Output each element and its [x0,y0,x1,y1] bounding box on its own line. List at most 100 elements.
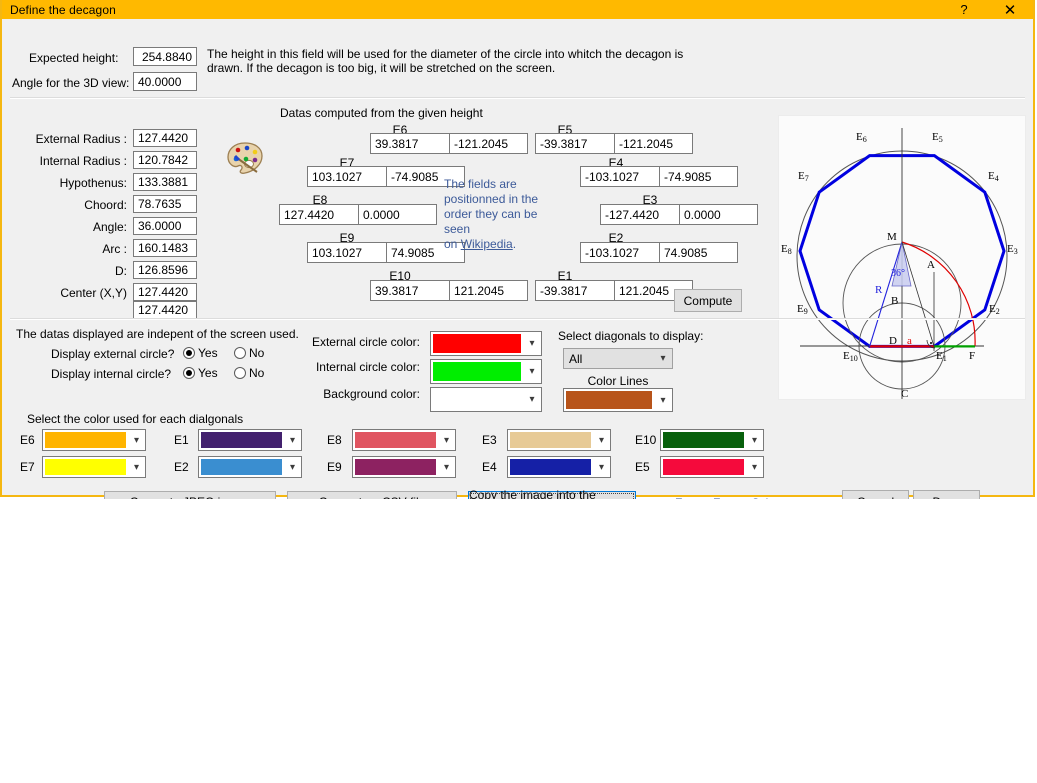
chevron-down-icon: ▾ [529,338,535,349]
diagonal-color-combo-E6[interactable]: ▾ [42,429,146,451]
diagonal-color-combo-E3[interactable]: ▾ [507,429,611,451]
expected-height-input[interactable]: 254.8840 [133,47,197,66]
expected-height-label: Expected height: [29,51,119,65]
vertex-pair-E7: 103.1027 -74.9085 [307,166,465,187]
angle-3d-label: Angle for the 3D view: [12,76,130,90]
diagonal-color-label-E3: E3 [482,433,497,447]
chevron-down-icon: ▾ [133,461,140,473]
diagonal-color-label-E4: E4 [482,460,497,474]
computed-value-0[interactable]: 127.4420 [133,129,197,147]
preview-label-E5: E5 [932,131,943,144]
computed-value-3[interactable]: 78.7635 [133,195,197,213]
vertex-x-E8[interactable]: 127.4420 [279,204,358,225]
compute-button[interactable]: Compute [674,289,742,312]
color-lines-label: Color Lines [587,374,649,388]
diagonal-color-label-E10: E10 [635,433,657,447]
vertex-x-E9[interactable]: 103.1027 [307,242,386,263]
decagon-diagonals-svg [0,499,1037,780]
preview-label-E2: E2 [989,303,1000,316]
vertex-x-E10[interactable]: 39.3817 [370,280,449,301]
vertex-y-E8[interactable]: 0.0000 [358,204,437,225]
chevron-down-icon: ▾ [660,353,666,364]
diagonal-color-combo-E9[interactable]: ▾ [352,456,456,478]
external-circle-color-label: External circle color: [311,335,420,349]
internal-circle-color-combo[interactable]: ▾ [430,359,542,384]
preview-label-R: R [875,284,883,296]
diagonal-color-label-E2: E2 [174,460,189,474]
chevron-down-icon: ▾ [289,434,296,446]
computed-label-2: Hypothenus: [59,176,127,190]
note-line-4-pre: on [444,237,461,251]
diagonal-color-combo-E2[interactable]: ▾ [198,456,302,478]
vertex-y-E6[interactable]: -121.2045 [449,133,528,154]
divider-middle [10,318,1025,320]
dialog-window: Define the decagon ? ✕ Expected height: … [0,0,1035,516]
note-line-2: positionned in the [444,192,539,206]
internal-circle-color-label: Internal circle color: [315,360,420,374]
color-swatch [355,432,436,448]
vertex-pair-E1: -39.3817 121.2045 [535,280,693,301]
vertex-x-E5[interactable]: -39.3817 [535,133,614,154]
external-circle-color-combo[interactable]: ▾ [430,331,542,356]
radio-dot [234,367,246,379]
internal-circle-question: Display internal circle? [51,367,172,381]
chevron-down-icon: ▾ [598,461,605,473]
preview-label-F: F [969,350,975,362]
vertex-y-E4[interactable]: -74.9085 [659,166,738,187]
background-color-combo[interactable]: ▾ [430,387,542,412]
vertex-pair-E6: 39.3817 -121.2045 [370,133,528,154]
diagonal-colors-caption: Select the color used for each dialgonal… [27,412,244,426]
vertex-x-E3[interactable]: -127.4420 [600,204,679,225]
vertex-x-E7[interactable]: 103.1027 [307,166,386,187]
diagonal-color-combo-E1[interactable]: ▾ [198,429,302,451]
computed-value-1[interactable]: 120.7842 [133,151,197,169]
vertex-pair-E10: 39.3817 121.2045 [370,280,528,301]
color-lines-combo[interactable]: ▾ [563,388,673,412]
chevron-down-icon: ▾ [289,461,296,473]
diagonal-color-combo-E8[interactable]: ▾ [352,429,456,451]
help-icon[interactable]: ? [941,0,987,19]
radio-label: Yes [198,366,218,380]
computed-value-5[interactable]: 160.1483 [133,239,197,257]
vertex-y-E3[interactable]: 0.0000 [679,204,758,225]
computed-value-8[interactable]: 127.4420 [133,301,197,319]
computed-value-7[interactable]: 127.4420 [133,283,197,301]
close-icon[interactable]: ✕ [987,0,1033,19]
decagon-drawing-canvas [0,499,1037,780]
diagonal-color-combo-E7[interactable]: ▾ [42,456,146,478]
computed-value-4[interactable]: 36.0000 [133,217,197,235]
chevron-down-icon: ▾ [660,394,666,406]
internal-circle-yes-radio[interactable]: Yes [183,366,218,380]
chevron-down-icon: ▾ [529,394,535,405]
preview-label-a: a [907,335,912,347]
chevron-down-icon: ▾ [751,434,758,446]
diagonal-color-label-E5: E5 [635,460,650,474]
computed-value-2[interactable]: 133.3881 [133,173,197,191]
vertex-y-E2[interactable]: 74.9085 [659,242,738,263]
computed-value-6[interactable]: 126.8596 [133,261,197,279]
palette-icon[interactable] [224,137,266,179]
computed-label-0: External Radius : [35,132,127,146]
window-title: Define the decagon [10,2,116,17]
external-circle-yes-radio[interactable]: Yes [183,346,218,360]
vertex-pair-E3: -127.4420 0.0000 [600,204,758,225]
wikipedia-link[interactable]: Wikipedia [461,237,513,251]
diagonal-color-combo-E5[interactable]: ▾ [660,456,764,478]
vertex-x-E6[interactable]: 39.3817 [370,133,449,154]
select-diagonals-combo[interactable]: All ▾ [563,348,673,369]
wikipedia-note: The fields are positionned in the order … [444,177,562,252]
diagonal-color-combo-E10[interactable]: ▾ [660,429,764,451]
vertex-x-E2[interactable]: -103.1027 [580,242,659,263]
vertex-x-E4[interactable]: -103.1027 [580,166,659,187]
diagonal-color-combo-E4[interactable]: ▾ [507,456,611,478]
chevron-down-icon: ▾ [598,434,605,446]
vertex-y-E5[interactable]: -121.2045 [614,133,693,154]
preview-label-E4: E4 [988,170,999,183]
vertex-x-E1[interactable]: -39.3817 [535,280,614,301]
color-swatch [355,459,436,475]
divider-top [10,97,1025,99]
vertex-y-E10[interactable]: 121.2045 [449,280,528,301]
preview-label-E9: E9 [797,303,808,316]
computed-label-1: Internal Radius : [39,154,127,168]
angle-3d-input[interactable]: 40.0000 [133,72,197,91]
